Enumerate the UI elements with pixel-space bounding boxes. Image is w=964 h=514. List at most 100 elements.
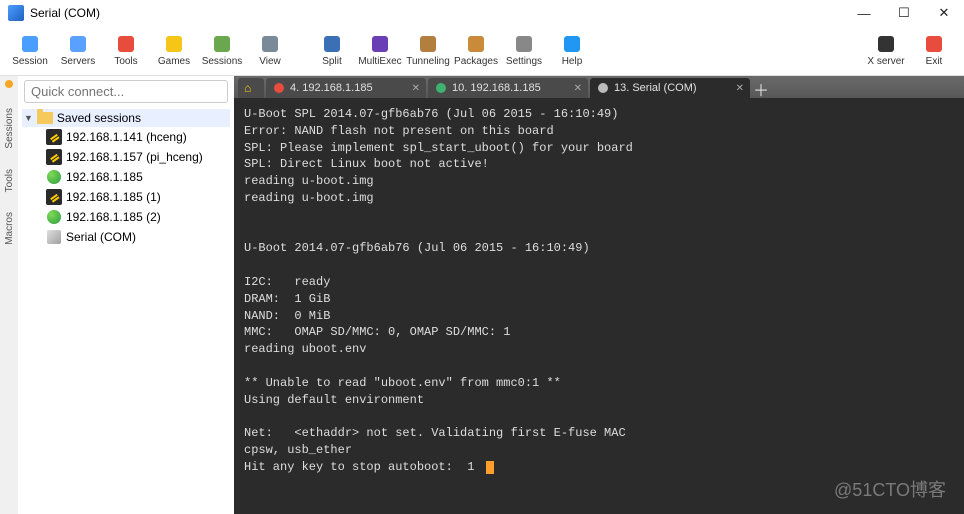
tab-status-icon — [274, 83, 284, 93]
session-node[interactable]: 192.168.1.185 (1) — [22, 187, 230, 207]
tools-icon — [116, 34, 136, 54]
ssh-icon — [46, 149, 62, 165]
globe-icon — [46, 209, 62, 225]
multiexec-button[interactable]: MultiExec — [356, 34, 404, 67]
terminal-tab[interactable]: 10. 192.168.1.185 ✕ — [428, 78, 588, 98]
toolbar-label: Exit — [926, 56, 943, 67]
tab-close-icon[interactable]: ✕ — [574, 83, 582, 94]
servers-button[interactable]: Servers — [54, 34, 102, 67]
window-title: Serial (COM) — [30, 6, 100, 20]
main-toolbar: Session Servers Tools Games Sessions View Spli… — [0, 26, 964, 76]
toolbar-label: Tunneling — [406, 56, 450, 67]
xserver-button[interactable]: X server — [862, 34, 910, 67]
side-strip: Sessions Tools Macros — [0, 76, 18, 514]
settings-button[interactable]: Settings — [500, 34, 548, 67]
tab-bar: ⌂ 4. 192.168.1.185✕10. 192.168.1.185✕13.… — [234, 76, 964, 98]
exit-icon — [924, 34, 944, 54]
session-label: Serial (COM) — [66, 230, 136, 244]
session-label: 192.168.1.157 (pi_hceng) — [66, 150, 203, 164]
session-icon — [20, 34, 40, 54]
close-button[interactable]: ✕ — [924, 0, 964, 26]
minimize-button[interactable]: — — [844, 0, 884, 26]
tunneling-icon — [418, 34, 438, 54]
maximize-button[interactable]: ☐ — [884, 0, 924, 26]
toolbar-label: Session — [12, 56, 48, 67]
sessions-button[interactable]: Sessions — [198, 34, 246, 67]
session-node[interactable]: Serial (COM) — [22, 227, 230, 247]
app-icon — [8, 5, 24, 21]
session-node[interactable]: 192.168.1.157 (pi_hceng) — [22, 147, 230, 167]
help-button[interactable]: Help — [548, 34, 596, 67]
split-icon — [322, 34, 342, 54]
new-tab-button[interactable]: ＋ — [752, 80, 770, 98]
toolbar-label: Servers — [61, 56, 95, 67]
session-label: 192.168.1.141 (hceng) — [66, 130, 187, 144]
tab-label: 13. Serial (COM) — [614, 82, 697, 94]
terminal-tab[interactable]: 4. 192.168.1.185 ✕ — [266, 78, 426, 98]
split-button[interactable]: Split — [308, 34, 356, 67]
terminal[interactable]: U-Boot SPL 2014.07-gfb6ab76 (Jul 06 2015… — [234, 98, 964, 514]
session-tree: ▼ Saved sessions 192.168.1.141 (hceng) 19… — [18, 107, 234, 249]
toolbar-label: Tools — [114, 56, 137, 67]
games-icon — [164, 34, 184, 54]
tab-label: 4. 192.168.1.185 — [290, 82, 373, 94]
tab-label: 10. 192.168.1.185 — [452, 82, 541, 94]
tab-status-icon — [436, 83, 446, 93]
left-panel: Sessions Tools Macros ▼ Saved sessions 1… — [0, 76, 234, 514]
right-panel: ⌂ 4. 192.168.1.185✕10. 192.168.1.185✕13.… — [234, 76, 964, 514]
toolbar-label: View — [259, 56, 281, 67]
titlebar: Serial (COM) — [0, 0, 964, 26]
toolbar-label: Games — [158, 56, 190, 67]
sessions-icon — [212, 34, 232, 54]
help-icon — [562, 34, 582, 54]
strip-macros[interactable]: Macros — [4, 212, 15, 245]
view-icon — [260, 34, 280, 54]
ssh-icon — [46, 129, 62, 145]
session-label: 192.168.1.185 (2) — [66, 210, 161, 224]
ssh-icon — [46, 189, 62, 205]
window-controls: — ☐ ✕ — [844, 0, 964, 26]
toolbar-label: Split — [322, 56, 341, 67]
quick-connect — [24, 80, 228, 103]
session-label: 192.168.1.185 (1) — [66, 190, 161, 204]
tunneling-button[interactable]: Tunneling — [404, 34, 452, 67]
tab-close-icon[interactable]: ✕ — [412, 83, 420, 94]
multiexec-icon — [370, 34, 390, 54]
exit-button[interactable]: Exit — [910, 34, 958, 67]
toolbar-label: Settings — [506, 56, 542, 67]
terminal-tab[interactable]: 13. Serial (COM) ✕ — [590, 78, 750, 98]
toolbar-label: MultiExec — [358, 56, 401, 67]
home-tab[interactable]: ⌂ — [238, 78, 264, 98]
packages-button[interactable]: Packages — [452, 34, 500, 67]
folder-icon — [37, 112, 53, 124]
packages-icon — [466, 34, 486, 54]
toolbar-label: Help — [562, 56, 583, 67]
strip-tools[interactable]: Tools — [4, 169, 15, 192]
servers-icon — [68, 34, 88, 54]
home-icon: ⌂ — [244, 81, 251, 95]
toolbar-label: X server — [867, 56, 904, 67]
strip-sessions[interactable]: Sessions — [4, 108, 15, 149]
tree-root-label: Saved sessions — [57, 111, 141, 125]
xserver-icon — [876, 34, 896, 54]
toolbar-label: Sessions — [202, 56, 243, 67]
globe-icon — [46, 169, 62, 185]
toolbar-label: Packages — [454, 56, 498, 67]
session-node[interactable]: 192.168.1.141 (hceng) — [22, 127, 230, 147]
tree-root[interactable]: ▼ Saved sessions — [22, 109, 230, 127]
view-button[interactable]: View — [246, 34, 294, 67]
strip-dot-icon — [5, 80, 13, 88]
settings-icon — [514, 34, 534, 54]
session-node[interactable]: 192.168.1.185 — [22, 167, 230, 187]
session-button[interactable]: Session — [6, 34, 54, 67]
quick-connect-input[interactable] — [24, 80, 228, 103]
session-label: 192.168.1.185 — [66, 170, 143, 184]
tools-button[interactable]: Tools — [102, 34, 150, 67]
games-button[interactable]: Games — [150, 34, 198, 67]
cursor — [486, 461, 494, 474]
serial-icon — [46, 229, 62, 245]
tab-status-icon — [598, 83, 608, 93]
session-node[interactable]: 192.168.1.185 (2) — [22, 207, 230, 227]
chevron-down-icon: ▼ — [24, 113, 33, 123]
tab-close-icon[interactable]: ✕ — [736, 83, 744, 94]
